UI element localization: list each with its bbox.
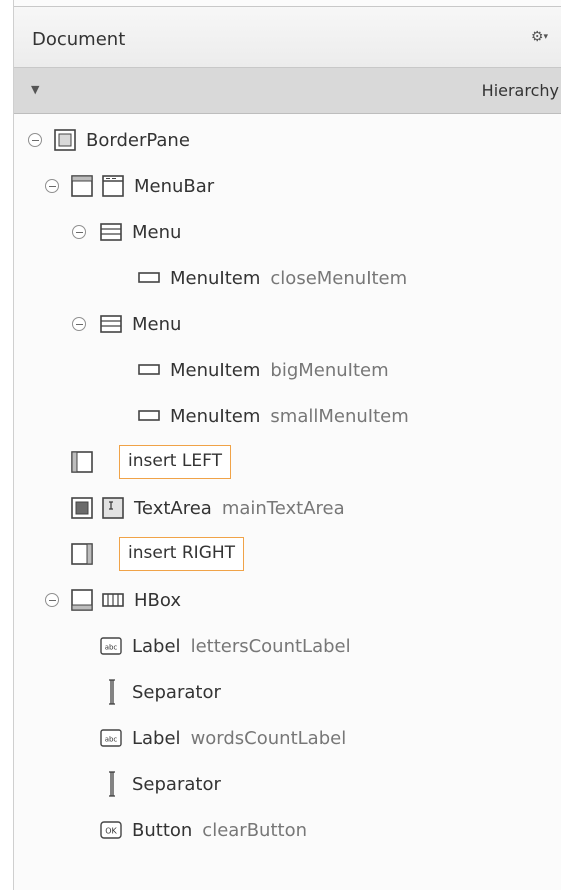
tree-row-label: Menu <box>132 314 181 335</box>
tree-row-label-node[interactable]: abc Label lettersCountLabel <box>14 626 561 666</box>
tree-row-menu[interactable]: Menu <box>14 304 561 344</box>
tree-row-label: Menu <box>132 222 181 243</box>
button-ok-icon: OK <box>100 821 122 839</box>
tree-row-borderpane[interactable]: BorderPane <box>14 120 561 160</box>
tree-row-label: TextArea mainTextArea <box>134 498 345 519</box>
fx-id: wordsCountLabel <box>190 728 347 749</box>
node-type: MenuBar <box>134 176 215 197</box>
tree-row-hbox[interactable]: HBox <box>14 580 561 620</box>
svg-text:abc: abc <box>105 644 118 652</box>
svg-text:abc: abc <box>105 736 118 744</box>
collapse-toggle-icon[interactable] <box>45 179 59 193</box>
label-abc-icon: abc <box>100 729 122 747</box>
collapse-toggle-icon[interactable] <box>28 133 42 147</box>
tree-row-label: MenuItem bigMenuItem <box>170 360 389 381</box>
textarea-icon <box>102 497 124 519</box>
top-slot-icon <box>71 175 93 197</box>
menuitem-icon <box>138 272 160 283</box>
tree-row-label: Label lettersCountLabel <box>132 636 351 657</box>
hierarchy-section-header[interactable]: ▼ Hierarchy <box>14 68 561 114</box>
document-panel: Document ⚙▾ ▼ Hierarchy BorderPane MenuB <box>13 0 561 890</box>
bottom-slot-icon <box>71 589 93 611</box>
tree-row-label: HBox <box>134 590 181 611</box>
fx-id: smallMenuItem <box>270 406 409 427</box>
node-type: Label <box>132 728 181 749</box>
collapse-toggle-icon[interactable] <box>45 593 59 607</box>
tree-row-insert-left[interactable]: insert LEFT <box>14 442 561 482</box>
menu-icon <box>100 223 122 241</box>
collapse-toggle-icon[interactable] <box>72 225 86 239</box>
tree-row-label: Separator <box>132 682 221 703</box>
svg-text:OK: OK <box>105 827 117 836</box>
borderpane-icon <box>54 129 76 151</box>
separator-icon <box>107 679 117 705</box>
fx-id: lettersCountLabel <box>190 636 351 657</box>
tree-row-button[interactable]: OK Button clearButton <box>14 810 561 850</box>
collapse-arrow-icon[interactable]: ▼ <box>31 83 39 96</box>
panel-title: Document <box>32 29 126 50</box>
tree-row-label: MenuBar <box>134 176 214 197</box>
section-label: Hierarchy <box>481 81 559 100</box>
gear-icon: ⚙ <box>530 29 544 45</box>
tree-row-menuitem[interactable]: MenuItem closeMenuItem <box>14 258 561 298</box>
tree-row-label: MenuItem closeMenuItem <box>170 268 407 289</box>
insert-left-dropzone[interactable]: insert LEFT <box>119 445 231 479</box>
tree-row-menubar[interactable]: MenuBar <box>14 166 561 206</box>
node-type: Button <box>132 820 193 841</box>
tree-row-textarea[interactable]: TextArea mainTextArea <box>14 488 561 528</box>
node-type: BorderPane <box>86 130 190 151</box>
panel-header: Document ⚙▾ <box>14 6 561 68</box>
node-type: MenuItem <box>170 268 261 289</box>
hbox-icon <box>102 593 124 607</box>
node-type: HBox <box>134 590 181 611</box>
menubar-icon <box>102 175 124 197</box>
label-abc-icon: abc <box>100 637 122 655</box>
chevron-down-icon: ▾ <box>543 32 548 42</box>
tree-row-label: Label wordsCountLabel <box>132 728 346 749</box>
right-slot-icon <box>71 543 93 565</box>
tree-row-label: BorderPane <box>86 130 190 151</box>
tree-row-insert-right[interactable]: insert RIGHT <box>14 534 561 574</box>
fx-id: bigMenuItem <box>270 360 389 381</box>
tree-row-menuitem[interactable]: MenuItem smallMenuItem <box>14 396 561 436</box>
menu-icon <box>100 315 122 333</box>
menuitem-icon <box>138 410 160 421</box>
node-type: MenuItem <box>170 360 261 381</box>
collapse-toggle-icon[interactable] <box>72 317 86 331</box>
tree-row-menuitem[interactable]: MenuItem bigMenuItem <box>14 350 561 390</box>
node-type: Label <box>132 636 181 657</box>
node-type: MenuItem <box>170 406 261 427</box>
gear-menu-button[interactable]: ⚙▾ <box>531 29 548 45</box>
tree-row-label: Button clearButton <box>132 820 307 841</box>
fx-id: mainTextArea <box>221 498 345 519</box>
fx-id: closeMenuItem <box>270 268 408 289</box>
tree-row-separator[interactable]: Separator <box>14 764 561 804</box>
tree-row-label: MenuItem smallMenuItem <box>170 406 409 427</box>
fx-id: clearButton <box>202 820 307 841</box>
node-type: Separator <box>132 774 221 795</box>
node-type: TextArea <box>134 498 212 519</box>
tree-row-separator[interactable]: Separator <box>14 672 561 712</box>
insert-right-dropzone[interactable]: insert RIGHT <box>119 537 245 571</box>
node-type: Menu <box>132 222 182 243</box>
center-slot-icon <box>71 497 93 519</box>
tree-row-label-node[interactable]: abc Label wordsCountLabel <box>14 718 561 758</box>
node-type: Menu <box>132 314 182 335</box>
tree-row-menu[interactable]: Menu <box>14 212 561 252</box>
node-type: Separator <box>132 682 221 703</box>
tree-row-label: Separator <box>132 774 221 795</box>
left-slot-icon <box>71 451 93 473</box>
menuitem-icon <box>138 364 160 375</box>
separator-icon <box>107 771 117 797</box>
